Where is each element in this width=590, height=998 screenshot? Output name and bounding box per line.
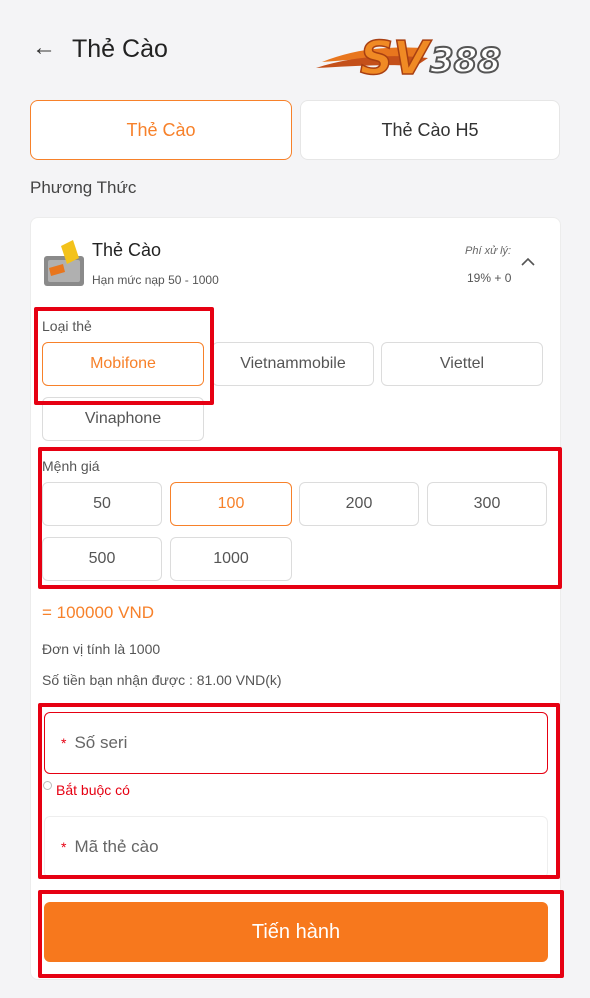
section-label: Phương Thức: [30, 178, 137, 197]
required-mark: *: [61, 735, 67, 751]
card-type-viettel[interactable]: Viettel: [381, 342, 543, 386]
serial-input[interactable]: * Số seri: [44, 712, 548, 774]
serial-placeholder: Số seri: [74, 733, 128, 752]
unit-note: Đơn vị tính là 1000: [42, 641, 161, 657]
fee-value: 19% + 0: [467, 271, 512, 285]
denomination-label: Mệnh giá: [42, 458, 100, 474]
svg-text:388: 388: [430, 41, 501, 81]
card-code-placeholder: Mã thẻ cào: [74, 837, 159, 856]
denomination-200[interactable]: 200: [299, 482, 419, 526]
card-icon: [44, 240, 84, 286]
serial-error: Bắt buộc có: [56, 782, 130, 798]
fee-label: Phí xử lý:: [465, 245, 512, 257]
total-amount: = 100000 VND: [42, 603, 154, 622]
receive-note: Số tiền bạn nhận được : 81.00 VND(k): [42, 672, 282, 688]
page-title: Thẻ Cào: [72, 35, 168, 63]
method-title: Thẻ Cào: [92, 240, 162, 260]
tab-the-cao-h5[interactable]: Thẻ Cào H5: [300, 100, 560, 160]
card-type-label: Loại thẻ: [42, 318, 92, 334]
svg-text:SV: SV: [360, 31, 432, 85]
arrow-left-icon[interactable]: ←: [32, 34, 60, 62]
sv388-logo: SV 388: [316, 30, 502, 86]
required-mark: *: [61, 839, 67, 855]
denomination-100[interactable]: 100: [170, 482, 292, 526]
denomination-50[interactable]: 50: [42, 482, 162, 526]
denomination-300[interactable]: 300: [427, 482, 547, 526]
submit-button[interactable]: Tiến hành: [44, 902, 548, 962]
tab-the-cao[interactable]: Thẻ Cào: [30, 100, 292, 160]
denomination-500[interactable]: 500: [42, 537, 162, 581]
info-icon: [43, 781, 52, 790]
chevron-up-icon[interactable]: [518, 252, 538, 272]
card-type-vietnammobile[interactable]: Vietnammobile: [212, 342, 374, 386]
denomination-1000[interactable]: 1000: [170, 537, 292, 581]
card-type-vinaphone[interactable]: Vinaphone: [42, 397, 204, 441]
card-type-mobifone[interactable]: Mobifone: [42, 342, 204, 386]
card-code-input[interactable]: * Mã thẻ cào: [44, 816, 548, 878]
method-limit: Hạn mức nạp 50 - 1000: [92, 273, 219, 287]
